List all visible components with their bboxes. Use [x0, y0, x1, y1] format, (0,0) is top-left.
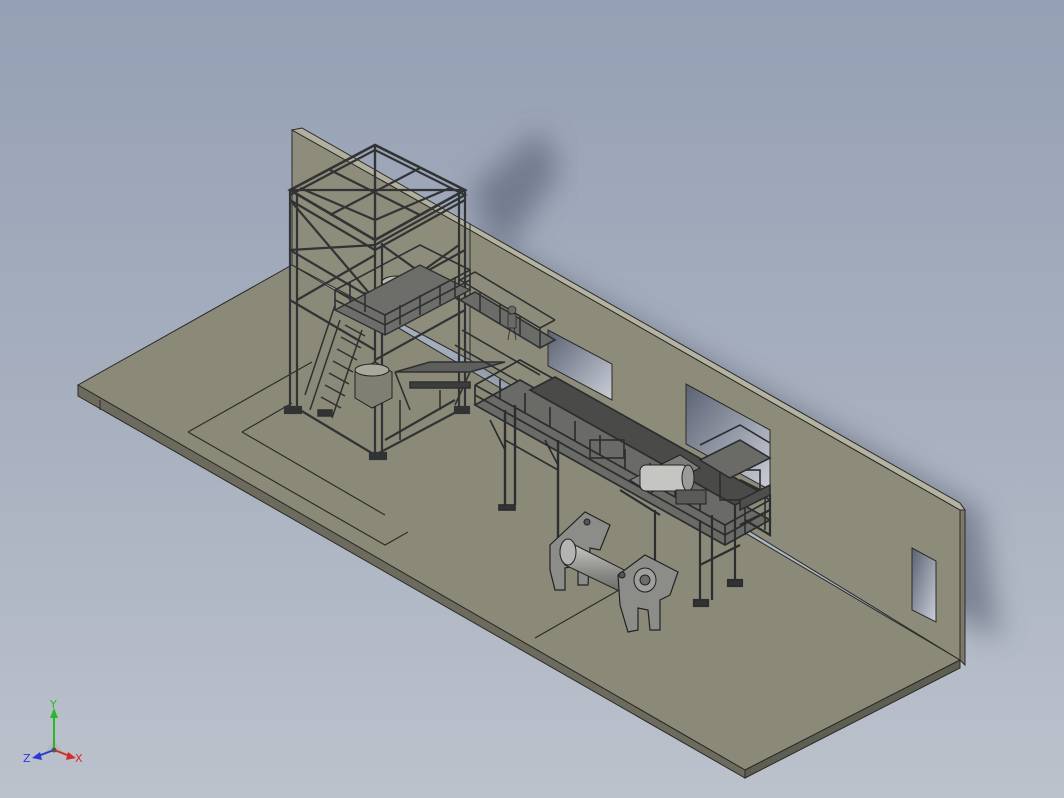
z-axis-label: Z — [23, 752, 31, 765]
graphics-viewport[interactable]: Y X Z — [0, 0, 1064, 798]
x-axis-label: X — [75, 752, 83, 765]
orientation-triad[interactable]: Y X Z — [18, 700, 90, 772]
hopper-bin[interactable] — [354, 361, 393, 409]
z-axis-arrow-icon — [32, 752, 42, 760]
triad-origin — [51, 747, 57, 753]
model-scene[interactable] — [0, 0, 1064, 798]
y-axis-label: Y — [49, 700, 57, 711]
